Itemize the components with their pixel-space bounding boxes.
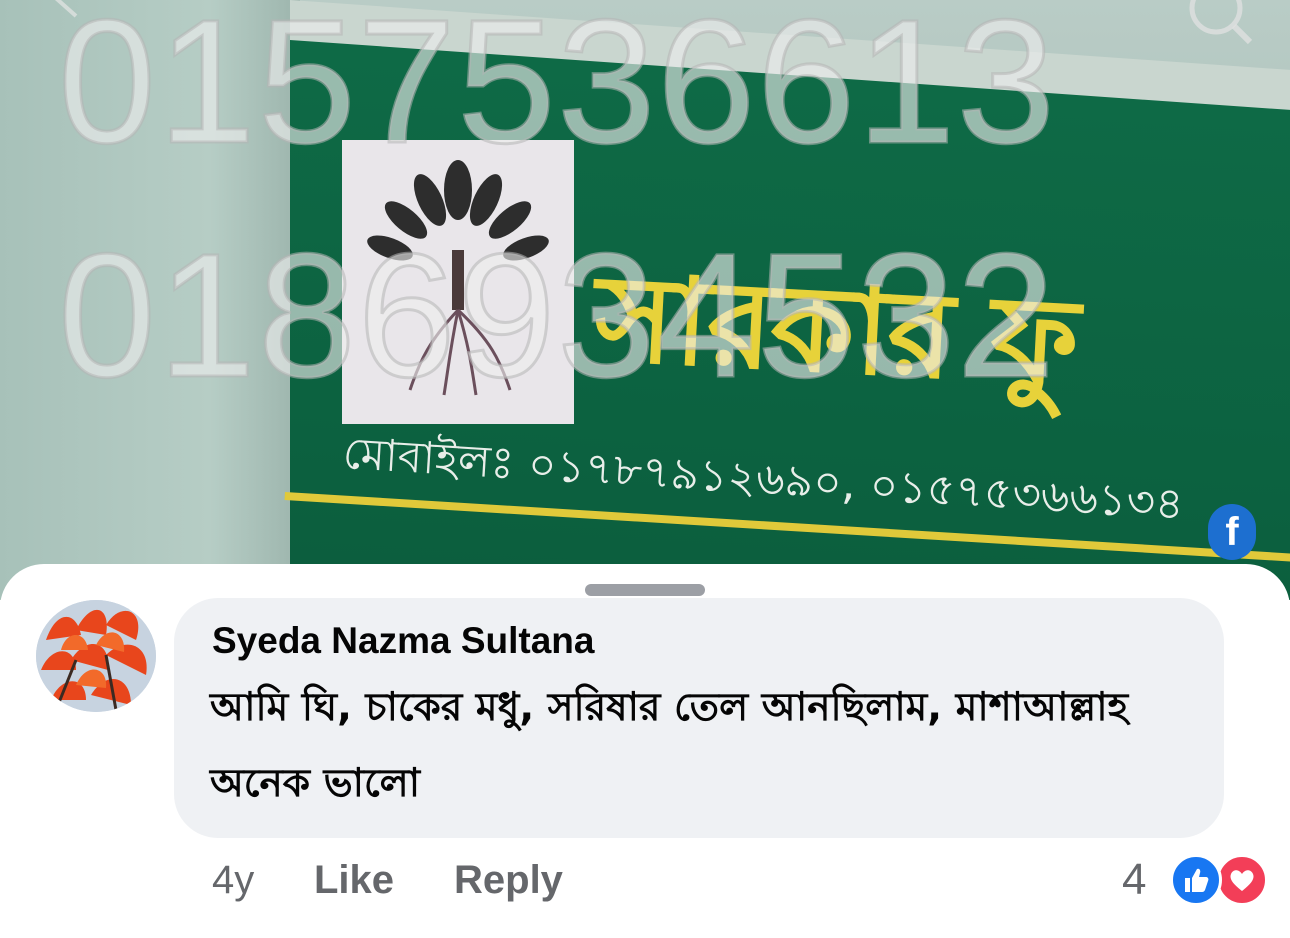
flower-avatar-icon — [36, 600, 156, 712]
back-arrow-icon[interactable] — [48, 0, 88, 20]
facebook-icon: f — [1208, 504, 1256, 560]
video-frame[interactable]: সারকার ফু মোবাইলঃ ০১৭৮৭৯১২৬৯০, ০১৫৭৫৩৬৬১… — [0, 0, 1290, 600]
overlay-phone-number-1: 0157536613 — [57, 0, 1057, 180]
reaction-count[interactable]: 4 — [1122, 854, 1146, 906]
comment-timestamp[interactable]: 4y — [212, 854, 254, 906]
love-reaction-icon[interactable] — [1216, 854, 1268, 906]
sheet-grab-handle[interactable] — [585, 584, 705, 596]
comments-sheet: Syeda Nazma Sultana আমি ঘি, চাকের মধু, স… — [0, 564, 1290, 938]
avatar[interactable] — [36, 600, 156, 712]
search-icon[interactable] — [1184, 0, 1254, 48]
like-button[interactable]: Like — [314, 854, 394, 906]
comment-text: আমি ঘি, চাকের মধু, সরিষার তেল আনছিলাম, ম… — [210, 685, 1129, 806]
comment-actions: 4y Like Reply 4 — [0, 854, 1290, 914]
like-reaction-icon[interactable] — [1170, 854, 1222, 906]
comment-bubble[interactable]: Syeda Nazma Sultana আমি ঘি, চাকের মধু, স… — [174, 598, 1224, 838]
reply-button[interactable]: Reply — [454, 854, 563, 906]
overlay-phone-number-2: 0186934532 — [57, 218, 1057, 414]
comment-author-name[interactable]: Syeda Nazma Sultana — [212, 620, 594, 662]
